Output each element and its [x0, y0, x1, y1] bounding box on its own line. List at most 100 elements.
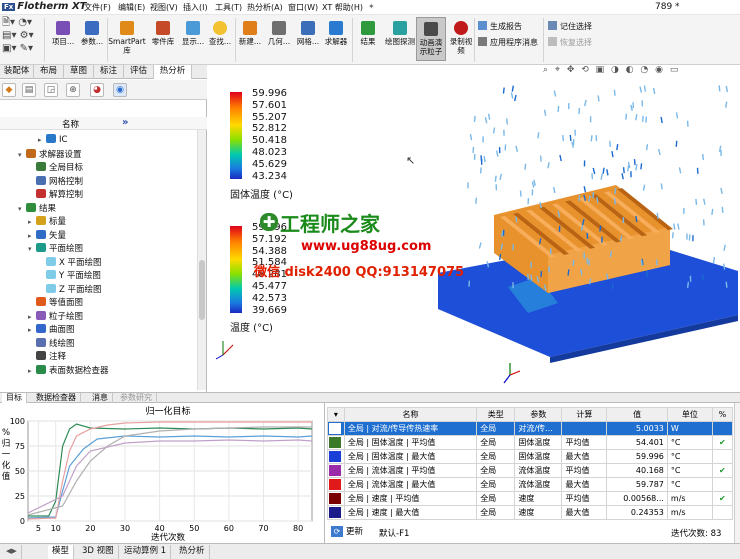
menu-edit[interactable]: 编辑(E) — [118, 2, 145, 13]
tab-evaluate[interactable]: 评估 — [124, 65, 154, 79]
remember-selection-button[interactable]: 记住选择 — [548, 21, 592, 31]
goal-color-cell[interactable] — [327, 477, 345, 492]
goal-color-swatch[interactable] — [329, 479, 341, 490]
tree-node[interactable]: 等值面图 — [28, 296, 83, 308]
goals-column-header[interactable]: % — [711, 407, 734, 422]
dimxpert-icon[interactable]: ⊕ — [66, 83, 80, 97]
smartpart-library-button[interactable]: SmartPart 库 — [108, 21, 146, 55]
goals-column-header[interactable]: 参数 — [514, 407, 563, 422]
parameters-button[interactable]: 参数... — [78, 21, 106, 46]
goal-color-swatch[interactable] — [329, 465, 341, 476]
thermal-manager-icon[interactable]: ◉ — [113, 83, 127, 97]
tree-expander-icon[interactable]: ▸ — [28, 232, 36, 240]
tree-expander-icon[interactable]: ▾ — [18, 151, 26, 159]
new-button[interactable]: 新建... — [236, 21, 264, 46]
menu-insert[interactable]: 插入(I) — [183, 2, 208, 13]
menu-tools[interactable]: 工具(T) — [215, 2, 242, 13]
goals-column-header[interactable]: 单位 — [666, 407, 713, 422]
goal-row[interactable]: 全局 | 固体温度 | 最大值 全局 固体温度 最大值 59.996 °C — [327, 449, 734, 464]
menu-thermal[interactable]: 热分析(A) — [247, 2, 283, 13]
goal-color-cell[interactable] — [327, 505, 345, 520]
geometry-button[interactable]: 几何... — [265, 21, 293, 46]
tree-node[interactable]: 解算控制 — [28, 188, 83, 200]
feature-manager-icon[interactable]: ◆ — [2, 83, 16, 97]
tab-3d-view[interactable]: 3D 视图 — [78, 545, 119, 559]
tree-node[interactable]: ▸ IC — [38, 134, 67, 145]
tree-node[interactable]: ▸ 表面数据检查器 — [28, 364, 109, 376]
tab-sketch[interactable]: 草图 — [64, 65, 94, 79]
menu-window[interactable]: 窗口(W) — [288, 2, 318, 13]
tab-parametric-study[interactable]: 参数研究 — [116, 393, 157, 403]
part-library-button[interactable]: 零件库 — [147, 21, 179, 46]
display-button[interactable]: 显示... — [179, 21, 207, 46]
3d-viewport[interactable]: ⌕ ⌖ ✥ ⟲ ▣ ◑ ◐ ◔ ◉ ▭ 59.996 57.601 55.207… — [208, 65, 740, 392]
tree-node[interactable]: 注释 — [28, 350, 66, 362]
header-filter-icon[interactable]: ▾ — [327, 407, 345, 422]
goal-color-cell[interactable] — [327, 491, 345, 506]
update-button[interactable]: ⟳ 更新 — [331, 525, 363, 537]
tree-scrollbar[interactable] — [197, 130, 206, 390]
restore-selection-button[interactable]: 恢复选择 — [548, 37, 592, 47]
tree-node[interactable]: Z 平面绘图 — [38, 283, 102, 295]
goal-color-swatch[interactable] — [329, 507, 341, 518]
nav-arrows-icon[interactable]: ◀▶ — [2, 545, 22, 559]
tree-expander-icon[interactable]: ▾ — [18, 205, 26, 213]
record-video-button[interactable]: 录制视频 — [447, 21, 475, 55]
goal-row[interactable]: 全局 | 速度 | 最大值 全局 速度 最大值 0.24353 m/s — [327, 505, 734, 520]
goal-color-swatch[interactable] — [329, 493, 341, 504]
goal-row[interactable]: 全局 | 流体温度 | 平均值 全局 流体温度 平均值 40.168 °C ✔ — [327, 463, 734, 478]
generate-report-button[interactable]: 生成报告 — [478, 21, 522, 31]
goals-column-header[interactable]: 类型 — [476, 407, 516, 422]
tab-annotate[interactable]: 标注 — [94, 65, 124, 79]
goal-color-cell[interactable] — [327, 463, 345, 478]
tab-motion-study[interactable]: 运动算例 1 — [120, 545, 172, 559]
goal-color-swatch[interactable] — [329, 451, 341, 462]
menu-view[interactable]: 视图(V) — [150, 2, 178, 13]
tab-thermal[interactable]: 热分析 — [154, 65, 192, 79]
goals-column-header[interactable]: 值 — [606, 407, 668, 422]
project-button[interactable]: 项目... — [48, 21, 78, 46]
tree-node[interactable]: ▾ 平面绘图 — [28, 242, 83, 254]
tab-layout[interactable]: 布局 — [34, 65, 64, 79]
menu-file[interactable]: 文件(F) — [84, 2, 111, 13]
tree-expander-icon[interactable]: ▾ — [28, 245, 36, 253]
tab-assembly[interactable]: 装配体 — [0, 65, 34, 79]
tree-node[interactable]: ▾ 求解器设置 — [18, 148, 82, 160]
mesh-button[interactable]: 网格... — [294, 21, 322, 46]
display-manager-icon[interactable]: ◕ — [90, 83, 104, 97]
app-messages-button[interactable]: 应用程序消息 — [478, 37, 538, 47]
tree-expander-icon[interactable]: ▸ — [38, 136, 46, 144]
tree-node[interactable]: Y 平面绘图 — [38, 269, 101, 281]
results-button[interactable]: 结果 — [354, 21, 382, 46]
tree-expand-arrow[interactable]: » — [122, 117, 128, 128]
tab-data-inspector[interactable]: 数据检查器 — [32, 393, 81, 403]
goal-row[interactable]: 全局 | 固体温度 | 平均值 全局 固体温度 平均值 54.401 °C ✔ — [327, 435, 734, 450]
tree-node[interactable]: 网格控制 — [28, 175, 83, 187]
tree-expander-icon[interactable]: ▸ — [28, 313, 36, 321]
tab-model[interactable]: 模型 — [48, 545, 75, 559]
goal-color-cell[interactable] — [327, 449, 345, 464]
goals-column-header[interactable]: 计算 — [561, 407, 608, 422]
scrollbar-thumb[interactable] — [199, 260, 205, 320]
tree-node[interactable]: X 平面绘图 — [38, 256, 102, 268]
tree-expander-icon[interactable]: ▸ — [28, 367, 36, 375]
goal-row[interactable]: 全局 | 流体温度 | 最大值 全局 流体温度 最大值 59.787 °C — [327, 477, 734, 492]
side-panel-edge[interactable] — [734, 403, 740, 543]
property-manager-icon[interactable]: ▤ — [22, 83, 36, 97]
goal-color-swatch[interactable] — [329, 437, 341, 448]
tab-thermal-analysis[interactable]: 热分析 — [175, 545, 210, 559]
goal-row[interactable]: 全局 | 速度 | 平均值 全局 速度 平均值 0.00568... m/s ✔ — [327, 491, 734, 506]
pin-icon[interactable]: ✦ — [368, 2, 375, 11]
tab-messages[interactable]: 消息 — [88, 393, 113, 403]
tree-node[interactable]: 线绘图 — [28, 337, 75, 349]
animate-particles-button[interactable]: 动画演示粒子 — [416, 17, 446, 61]
tree-node[interactable]: ▾ 结果 — [18, 202, 56, 214]
find-button[interactable]: 查找... — [206, 21, 234, 46]
menu-help[interactable]: XT 帮助(H) — [322, 2, 363, 13]
tab-goals[interactable]: 目标 — [2, 393, 27, 403]
goal-color-cell[interactable] — [327, 421, 345, 436]
plot-probe-button[interactable]: 绘图探测 — [385, 21, 415, 46]
goal-color-swatch[interactable] — [329, 423, 341, 434]
tree-node[interactable]: ▸ 曲面图 — [28, 323, 75, 335]
tree-node[interactable]: ▸ 粒子绘图 — [28, 310, 83, 322]
